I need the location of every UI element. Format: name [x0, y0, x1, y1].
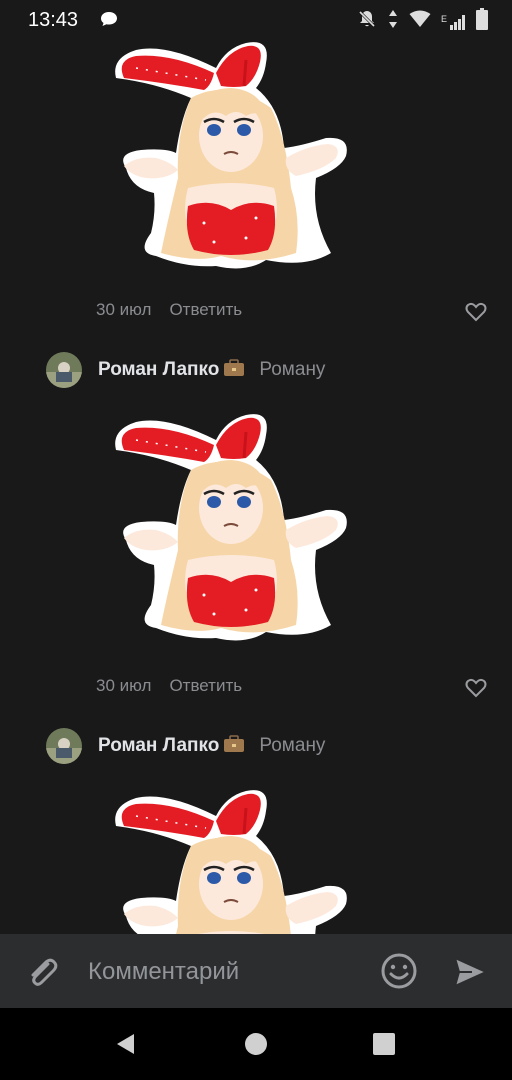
- recent-apps-icon[interactable]: [372, 1032, 396, 1061]
- paperclip-icon[interactable]: [24, 954, 60, 995]
- comment-composer: [0, 934, 512, 1008]
- comment-meta: 30 июл Ответить: [96, 676, 242, 696]
- wifi-icon: [409, 10, 431, 33]
- sticker-image: [113, 412, 349, 642]
- sticker-image: [113, 40, 349, 270]
- reply-link[interactable]: Ответить: [169, 676, 242, 696]
- emoji-icon[interactable]: [380, 952, 418, 995]
- signal-icon: E: [441, 14, 466, 30]
- reply-link[interactable]: Ответить: [169, 300, 242, 320]
- send-icon[interactable]: [452, 954, 489, 995]
- comment-feed[interactable]: 30 июл Ответить Роман Лапко Роману 30 ию…: [0, 38, 512, 934]
- heart-icon[interactable]: [464, 300, 488, 324]
- message-icon: [100, 11, 118, 32]
- bell-off-icon: [357, 9, 377, 34]
- reply-to-name: Роману: [259, 735, 326, 756]
- briefcase-icon: [223, 358, 245, 382]
- avatar[interactable]: [46, 352, 82, 388]
- sticker-image: [113, 788, 349, 934]
- status-bar: 13:43 E: [0, 0, 512, 38]
- comment-date: 30 июл: [96, 300, 152, 319]
- comment-header: Роман Лапко Роману: [46, 350, 325, 390]
- heart-icon[interactable]: [464, 676, 488, 700]
- briefcase-icon: [223, 734, 245, 758]
- comment-input[interactable]: [86, 952, 370, 992]
- data-arrows-icon: [387, 9, 399, 34]
- system-nav-bar: [0, 1008, 512, 1080]
- comment-date: 30 июл: [96, 676, 152, 695]
- author-name[interactable]: Роман Лапко: [98, 359, 219, 381]
- home-icon[interactable]: [244, 1032, 268, 1061]
- back-icon[interactable]: [114, 1032, 138, 1061]
- avatar[interactable]: [46, 728, 82, 764]
- reply-to-name: Роману: [259, 359, 326, 380]
- battery-icon: [476, 8, 488, 35]
- network-type: E: [440, 13, 447, 24]
- comment-header: Роман Лапко Роману: [46, 726, 325, 766]
- comment-meta: 30 июл Ответить: [96, 300, 242, 320]
- author-name[interactable]: Роман Лапко: [98, 735, 219, 757]
- status-time: 13:43: [28, 9, 79, 31]
